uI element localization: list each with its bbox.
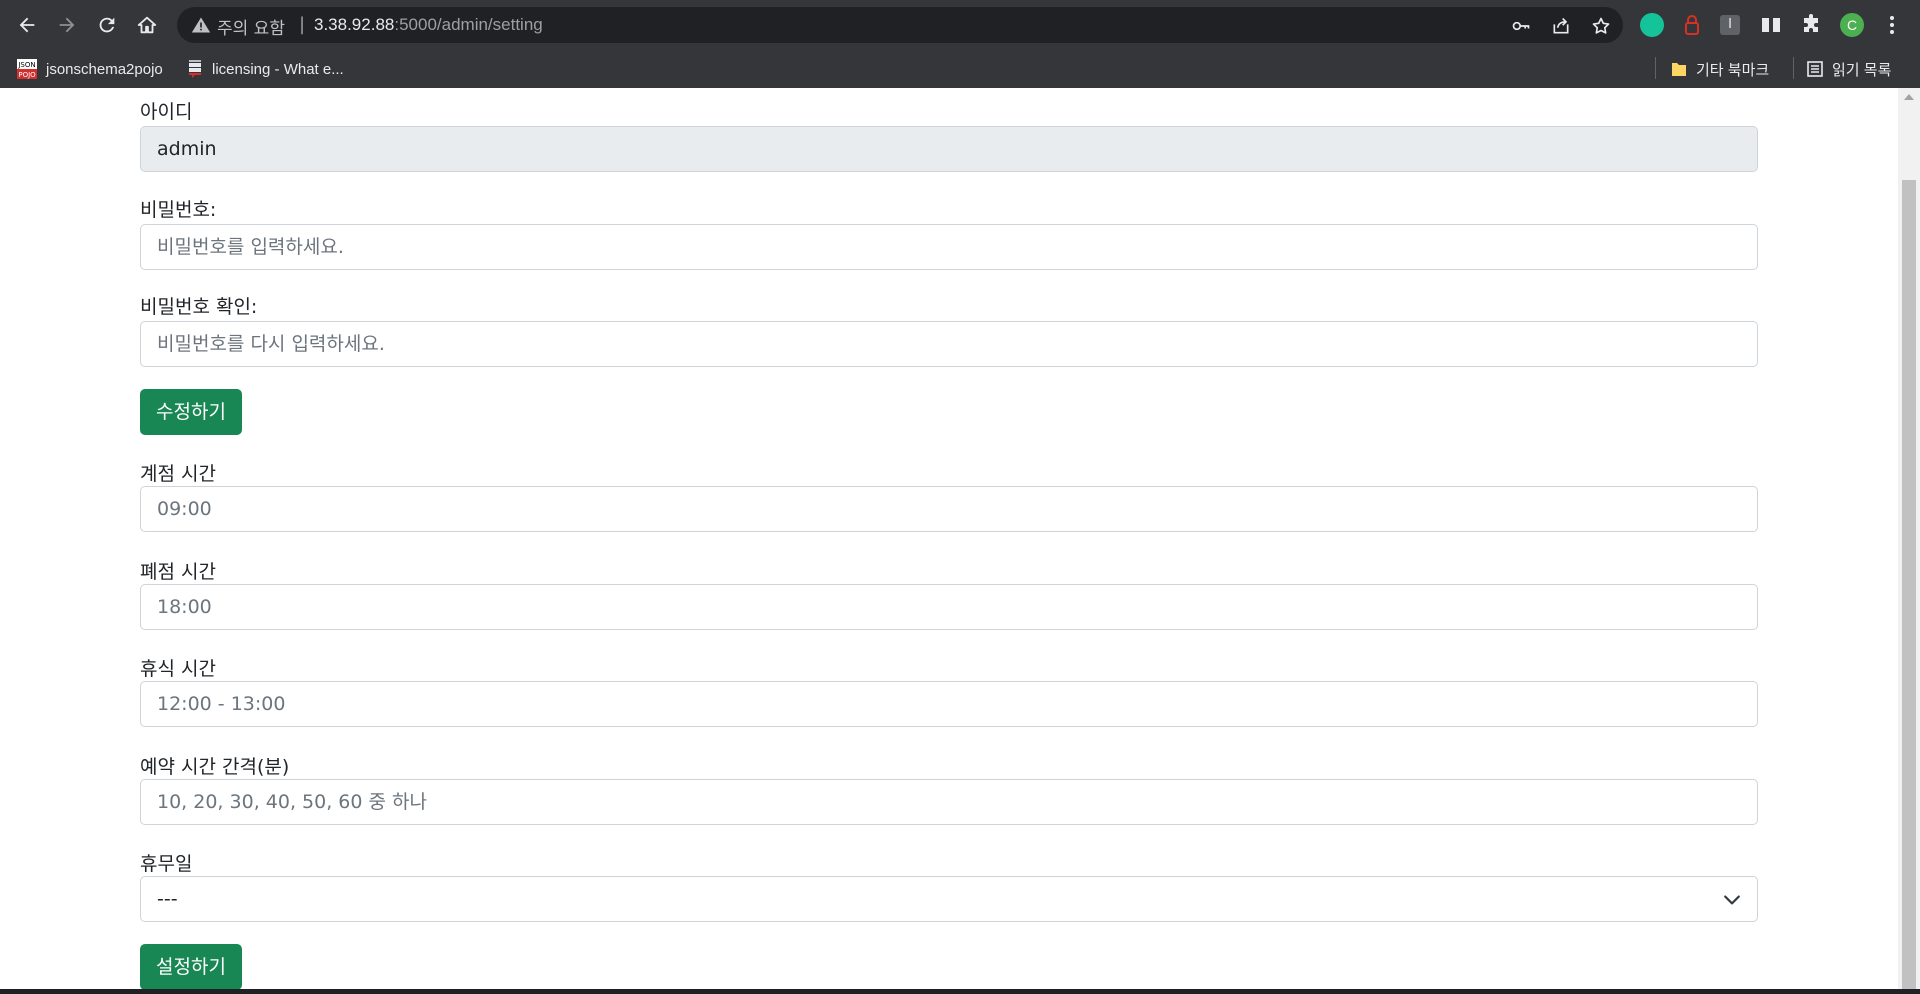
url-text[interactable]: 3.38.92.88:5000/admin/setting [314, 15, 543, 35]
browser-chrome: 주의 요함 | 3.38.92.88:5000/admin/setting I … [0, 0, 1920, 88]
reading-list-button[interactable]: 읽기 목록 [1806, 55, 1891, 83]
url-host: 3.38.92.88 [314, 15, 395, 34]
bookmark-licensing[interactable]: licensing - What e... [186, 55, 344, 83]
puzzle-icon[interactable] [1799, 13, 1823, 37]
lock-extension-icon[interactable] [1680, 13, 1704, 37]
bookmark-label: licensing - What e... [212, 60, 344, 78]
update-button[interactable]: 수정하기 [140, 389, 242, 435]
reload-icon [99, 17, 115, 33]
open-time-input[interactable] [140, 486, 1758, 532]
reload-button[interactable] [92, 11, 122, 39]
bookmark-label: jsonschema2pojo [46, 60, 163, 78]
interval-input[interactable] [140, 779, 1758, 825]
id-field: admin [140, 126, 1758, 172]
settings-button[interactable]: 설정하기 [140, 944, 242, 990]
profile-avatar[interactable]: C [1840, 13, 1864, 37]
password-input[interactable] [140, 224, 1758, 270]
star-icon[interactable] [1591, 16, 1611, 36]
bottom-edge [0, 989, 1920, 994]
id-label: 아이디 [140, 101, 193, 123]
url-path: :5000/admin/setting [394, 15, 543, 34]
scroll-up-arrow-icon[interactable] [1904, 94, 1914, 100]
bookmarks-bar: JSON POJO jsonschema2pojo licensing - Wha… [0, 50, 1920, 88]
address-bar[interactable]: 주의 요함 | 3.38.92.88:5000/admin/setting [177, 7, 1623, 43]
home-icon [137, 16, 157, 34]
close-time-label: 폐점 시간 [140, 561, 216, 583]
warning-triangle-icon[interactable] [191, 15, 211, 35]
share-icon[interactable] [1551, 16, 1571, 36]
key-icon[interactable] [1511, 16, 1531, 36]
holiday-label: 휴무일 [140, 853, 193, 875]
page-content: 아이디 admin 비밀번호: 비밀번호 확인: 수정하기 계점 시간 폐점 시… [0, 88, 1898, 994]
interval-label: 예약 시간 간격(분) [140, 756, 290, 778]
reading-list-icon [1807, 61, 1823, 77]
security-warning-text[interactable]: 주의 요함 [217, 14, 285, 39]
bookmark-divider [1655, 57, 1656, 79]
chevron-down-icon [1724, 895, 1740, 905]
grammarly-icon[interactable] [1640, 13, 1664, 37]
svg-text:JSON: JSON [17, 61, 35, 69]
browser-toolbar: 주의 요함 | 3.38.92.88:5000/admin/setting I … [0, 0, 1920, 50]
forward-button[interactable] [52, 11, 82, 39]
svg-text:POJO: POJO [18, 71, 36, 79]
json-pojo-icon: JSON POJO [17, 59, 37, 79]
bookmark-divider [1793, 57, 1794, 79]
break-time-input[interactable] [140, 681, 1758, 727]
open-time-label: 계점 시간 [140, 463, 216, 485]
forward-arrow-icon [59, 17, 75, 33]
break-time-label: 휴식 시간 [140, 658, 216, 680]
bookmark-label: 읽기 목록 [1832, 61, 1892, 79]
home-button[interactable] [132, 11, 162, 39]
reader-icon[interactable] [1759, 13, 1783, 37]
bookmark-jsonschema2pojo[interactable]: JSON POJO jsonschema2pojo [16, 55, 163, 83]
back-button[interactable] [12, 11, 42, 39]
holiday-select[interactable]: --- [140, 876, 1758, 922]
scrollbar-thumb[interactable] [1902, 180, 1916, 990]
folder-icon [1672, 63, 1686, 76]
kebab-menu-icon[interactable] [1880, 13, 1904, 37]
page-scrollbar[interactable] [1898, 88, 1920, 994]
password-label: 비밀번호: [140, 199, 217, 221]
url-separator: | [299, 14, 306, 35]
bookmark-label: 기타 북마크 [1696, 61, 1770, 79]
close-time-input[interactable] [140, 584, 1758, 630]
extension-i-icon[interactable]: I [1720, 15, 1740, 35]
back-arrow-icon [19, 17, 35, 33]
stackexchange-icon [189, 60, 201, 78]
holiday-selected-value: --- [157, 888, 178, 910]
bookmark-other-folder[interactable]: 기타 북마크 [1670, 55, 1769, 83]
password-confirm-input[interactable] [140, 321, 1758, 367]
password-confirm-label: 비밀번호 확인: [140, 296, 258, 318]
